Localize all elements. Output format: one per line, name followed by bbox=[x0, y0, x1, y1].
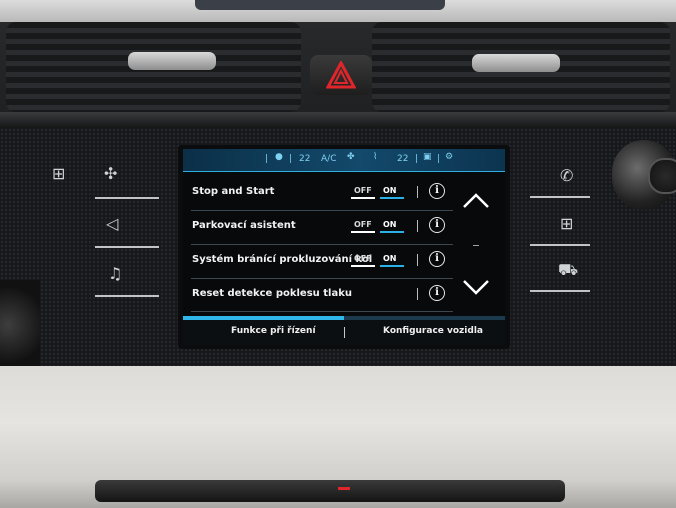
button-divider bbox=[95, 246, 159, 248]
button-divider bbox=[530, 244, 590, 246]
row-separator bbox=[417, 254, 418, 266]
traction-control-toggle[interactable]: OFF ON bbox=[349, 253, 407, 267]
temperature-right[interactable]: 22 bbox=[397, 154, 408, 164]
status-separator: | bbox=[437, 154, 441, 164]
toggle-off-label[interactable]: OFF bbox=[354, 254, 372, 263]
setting-label: Parkovací asistent bbox=[192, 220, 296, 231]
toggle-on-label[interactable]: ON bbox=[383, 220, 397, 229]
info-icon[interactable]: i bbox=[429, 285, 445, 301]
toggle-off-label[interactable]: OFF bbox=[354, 220, 372, 229]
chevron-down-icon[interactable] bbox=[461, 277, 491, 297]
toggle-off-label[interactable]: OFF bbox=[354, 186, 372, 195]
toggle-on-indicator bbox=[380, 231, 404, 233]
tab-separator bbox=[344, 327, 345, 338]
info-icon[interactable]: i bbox=[429, 183, 445, 199]
right-touch-buttons: ✆ ⊞ ⛟ bbox=[520, 150, 610, 350]
scroll-separator bbox=[473, 245, 479, 246]
media-circle-icon[interactable]: ● bbox=[275, 152, 283, 162]
rear-defrost-icon[interactable]: ▣ bbox=[423, 152, 432, 162]
settings-gear-icon[interactable]: ⚙ bbox=[445, 152, 453, 162]
row-separator bbox=[417, 220, 418, 232]
music-icon[interactable]: ♫ bbox=[108, 264, 122, 283]
status-separator: | bbox=[289, 154, 293, 164]
setting-row-park-assist: Parkovací asistent OFF ON i bbox=[183, 211, 453, 243]
park-assist-toggle[interactable]: OFF ON bbox=[349, 219, 407, 233]
setting-label: Reset detekce poklesu tlaku bbox=[192, 288, 352, 299]
status-separator: | bbox=[415, 154, 419, 164]
climate-status-bar: | ● | 22 A/C ✤ ⌇ 22 | ▣ | ⚙ bbox=[183, 149, 505, 172]
side-control-knob bbox=[0, 280, 40, 370]
chevron-up-icon[interactable] bbox=[461, 191, 491, 211]
toggle-off-indicator bbox=[351, 197, 375, 199]
button-divider bbox=[95, 295, 159, 297]
phone-icon[interactable]: ✆ bbox=[560, 166, 573, 185]
setting-row-tyre-pressure-reset[interactable]: Reset detekce poklesu tlaku i bbox=[183, 279, 453, 311]
row-divider bbox=[191, 311, 453, 312]
stop-start-toggle[interactable]: OFF ON bbox=[349, 185, 407, 199]
power-knob-center[interactable] bbox=[648, 158, 676, 194]
toggle-on-indicator bbox=[380, 265, 404, 267]
button-divider bbox=[95, 197, 159, 199]
fan-icon[interactable]: ✤ bbox=[347, 152, 355, 162]
info-icon[interactable]: i bbox=[429, 217, 445, 233]
infotainment-screen: | ● | 22 A/C ✤ ⌇ 22 | ▣ | ⚙ Stop and Sta… bbox=[183, 149, 505, 345]
fan-icon[interactable]: ✣ bbox=[104, 164, 117, 183]
car-settings-icon[interactable]: ⛟ bbox=[558, 260, 578, 281]
temperature-left[interactable]: 22 bbox=[299, 154, 310, 164]
hazard-triangle-icon bbox=[326, 61, 356, 89]
bottom-tab-bar: Funkce při řízení Konfigurace vozidla bbox=[183, 320, 505, 345]
setting-label: Systém bránící prokluzování kol bbox=[192, 254, 373, 265]
tab-vehicle-configuration[interactable]: Konfigurace vozidla bbox=[383, 326, 483, 336]
right-vent-tab[interactable] bbox=[472, 54, 560, 72]
setting-label: Stop and Start bbox=[192, 186, 275, 197]
left-vent-tab[interactable] bbox=[128, 52, 216, 70]
setting-row-stop-start: Stop and Start OFF ON i bbox=[183, 177, 453, 209]
button-divider bbox=[530, 196, 590, 198]
seat-airflow-icon[interactable]: ⌇ bbox=[373, 152, 377, 162]
lower-console-slot bbox=[95, 480, 565, 502]
car-dashboard-photo: ⊞ ✣ ◁ ♫ ✆ ⊞ ⛟ | ● | 22 A/C ✤ ⌇ 22 | ▣ | … bbox=[0, 0, 676, 508]
toggle-on-indicator bbox=[380, 197, 404, 199]
toggle-off-indicator bbox=[351, 265, 375, 267]
setting-row-traction-control: Systém bránící prokluzování kol OFF ON i bbox=[183, 245, 453, 277]
toggle-on-label[interactable]: ON bbox=[383, 186, 397, 195]
row-separator bbox=[417, 186, 418, 198]
status-separator: | bbox=[265, 154, 269, 164]
top-display-strip bbox=[195, 0, 445, 10]
toggle-on-label[interactable]: ON bbox=[383, 254, 397, 263]
button-divider bbox=[530, 290, 590, 292]
hazard-button[interactable] bbox=[310, 55, 372, 95]
ac-label[interactable]: A/C bbox=[321, 154, 336, 164]
toggle-off-indicator bbox=[351, 231, 375, 233]
navigation-icon[interactable]: ◁ bbox=[106, 214, 118, 233]
status-led bbox=[338, 487, 350, 490]
rear-defrost-icon[interactable]: ⊞ bbox=[52, 164, 65, 183]
tab-driving-functions[interactable]: Funkce při řízení bbox=[231, 326, 316, 336]
info-icon[interactable]: i bbox=[429, 251, 445, 267]
row-separator bbox=[417, 288, 418, 300]
apps-grid-icon[interactable]: ⊞ bbox=[560, 214, 573, 233]
